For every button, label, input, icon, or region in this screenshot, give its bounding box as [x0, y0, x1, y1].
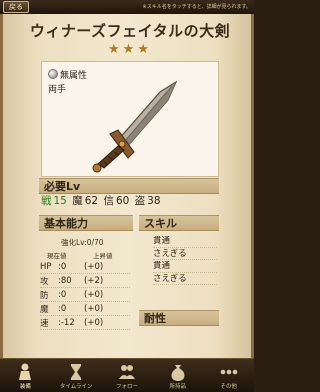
stat-increase: (+0) — [84, 261, 104, 272]
greatsword-image — [92, 80, 178, 173]
war-value: 15 — [53, 195, 67, 207]
magic-label: 魔 — [72, 195, 83, 207]
stat-value: :0 — [58, 303, 67, 314]
increase-value-header: 上昇値 — [93, 252, 113, 260]
faith-label: 信 — [103, 195, 114, 207]
nav-item-follow[interactable]: フォロー — [102, 359, 153, 392]
stat-row-magic: 魔 :0 (+0) — [40, 302, 130, 316]
bag-icon — [171, 365, 185, 381]
stat-value: :-12 — [58, 317, 75, 328]
top-bar: 戻る ※スキル名をタッチすると、詳細が見られます。 — [0, 0, 254, 14]
faith-value: 60 — [115, 195, 130, 207]
weapon-title: ウィナーズフェイタルの大剣 — [29, 22, 231, 40]
stat-row-defense: 防 :0 (+0) — [40, 288, 130, 302]
stat-increase: (+2) — [84, 275, 104, 286]
resistance-header: 耐性 — [139, 310, 219, 326]
thief-value: 38 — [147, 195, 161, 207]
stat-name: 防 — [40, 290, 49, 301]
stat-name: HP — [40, 261, 52, 272]
back-button[interactable]: 戻る — [3, 1, 29, 13]
stat-row-hp: HP :0 (+0) — [40, 260, 130, 274]
stat-row-attack: 攻 :80 (+2) — [40, 274, 130, 288]
stat-name: 攻 — [40, 276, 49, 287]
character-icon — [19, 363, 32, 380]
enhance-level: 強化Lv:0/70 — [61, 238, 104, 247]
nav-label: その他 — [220, 384, 237, 390]
rarity-stars: ★★★ — [108, 42, 152, 57]
stat-value: :0 — [58, 289, 67, 300]
hourglass-icon — [71, 364, 82, 380]
hand-type: 両手 — [48, 85, 67, 95]
nav-label: 所持品 — [169, 384, 187, 390]
stat-increase: (+0) — [84, 289, 104, 300]
skill-list: 貫通 さえぎる 貫通 さえぎる — [153, 235, 217, 285]
attribute-row: 無属性 — [48, 68, 88, 81]
magic-value: 62 — [84, 195, 99, 207]
nav-label: フォロー — [115, 384, 138, 390]
people-icon — [118, 365, 135, 379]
hint-text: ※スキル名をタッチすると、詳細が見られます。 — [142, 4, 252, 10]
thief-label: 盗 — [134, 195, 146, 207]
skill-item[interactable]: 貫通 — [153, 260, 217, 273]
stat-increase: (+0) — [84, 303, 104, 314]
stat-table: HP :0 (+0) 攻 :80 (+2) 防 :0 (+0) 魔 :0 (+0… — [40, 260, 130, 330]
nav-item-inventory[interactable]: 所持品 — [152, 359, 203, 392]
more-icon — [220, 369, 237, 375]
required-level-stats: 戦 15 魔 62 信 60 盗 38 — [41, 193, 221, 208]
stat-increase: (+0) — [84, 317, 104, 328]
stat-name: 速 — [40, 318, 49, 329]
skill-item[interactable]: 貫通 — [153, 235, 217, 248]
stat-name: 魔 — [40, 304, 49, 315]
nav-item-other[interactable]: その他 — [203, 359, 254, 392]
skill-header: スキル — [139, 215, 219, 231]
weapon-image-box: 無属性 両手 — [41, 61, 219, 177]
attribute-icon — [48, 69, 58, 79]
current-value-header: 現在値 — [47, 252, 67, 260]
nav-label: タイムライン — [59, 384, 93, 390]
skill-item[interactable]: さえぎる — [153, 273, 217, 285]
nav-label: 装備 — [19, 384, 31, 390]
stat-value: :80 — [58, 275, 72, 286]
skill-item[interactable]: さえぎる — [153, 248, 217, 260]
bottom-nav: 装備 タイムライン フォロー 所持品 その他 — [0, 358, 254, 392]
weapon-detail-panel: ウィナーズフェイタルの大剣 ★★★ 無属性 両手 必要Lv 戦15 魔62 — [0, 14, 254, 358]
nav-item-equipment[interactable]: 装備 — [0, 359, 51, 392]
attribute-label: 無属性 — [60, 70, 88, 81]
basic-ability-header: 基本能力 — [39, 215, 133, 231]
stat-value: :0 — [58, 261, 67, 272]
stat-row-speed: 速 :-12 (+0) — [40, 316, 130, 330]
war-label: 戦 — [41, 195, 52, 207]
required-level-header: 必要Lv — [39, 178, 219, 194]
nav-item-timeline[interactable]: タイムライン — [51, 359, 102, 392]
